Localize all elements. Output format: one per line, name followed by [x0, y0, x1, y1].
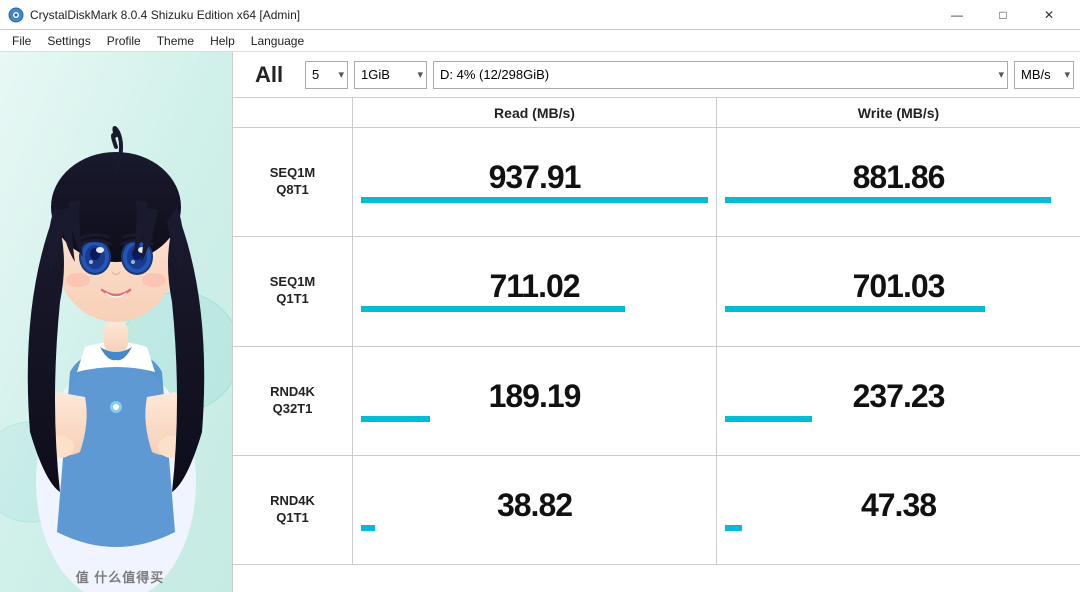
bench-write-value-2: 237.23 [853, 380, 945, 412]
bench-write-bar-3 [725, 525, 742, 531]
app-icon [8, 7, 24, 23]
minimize-button[interactable]: — [934, 0, 980, 30]
menu-help[interactable]: Help [202, 32, 243, 50]
bench-label-0: SEQ1MQ8T1 [233, 128, 353, 236]
bench-read-bar-2 [361, 416, 430, 422]
bench-write-bar-0 [725, 197, 1051, 203]
header-write: Write (MB/s) [717, 98, 1080, 127]
bench-write-cell-0: 881.86 [717, 128, 1080, 236]
benchmark-rows: SEQ1MQ8T1 937.91 881.86 SEQ1MQ1T1 711.02… [233, 128, 1080, 564]
bench-write-bar-container-1 [725, 306, 1072, 312]
header-read: Read (MB/s) [353, 98, 717, 127]
bench-write-value-3: 47.38 [861, 489, 936, 521]
all-label: All [239, 62, 299, 88]
character-panel: 值 什么值得买 [0, 52, 232, 592]
bench-write-cell-2: 237.23 [717, 347, 1080, 455]
menu-language[interactable]: Language [243, 32, 312, 50]
bench-write-value-1: 701.03 [853, 270, 945, 302]
controls-row: All 1 2 3 5 10 512MiB 1GiB 2GiB 4GiB [233, 52, 1080, 98]
title-bar: CrystalDiskMark 8.0.4 Shizuku Edition x6… [0, 0, 1080, 30]
bench-row-0: SEQ1MQ8T1 937.91 881.86 [233, 128, 1080, 237]
title-left: CrystalDiskMark 8.0.4 Shizuku Edition x6… [8, 7, 300, 23]
menu-theme[interactable]: Theme [149, 32, 202, 50]
drive-select-wrap: D: 4% (12/298GiB) [433, 61, 1008, 89]
bench-read-cell-3: 38.82 [353, 456, 717, 564]
bench-write-bar-container-2 [725, 416, 1072, 422]
character-background: 值 什么值得买 [0, 52, 232, 592]
bench-read-value-2: 189.19 [489, 380, 581, 412]
bench-read-value-0: 937.91 [489, 161, 581, 193]
bench-write-cell-3: 47.38 [717, 456, 1080, 564]
maximize-button[interactable]: □ [980, 0, 1026, 30]
bench-read-value-3: 38.82 [497, 489, 572, 521]
bench-row-2: RND4KQ32T1 189.19 237.23 [233, 347, 1080, 456]
status-bar [233, 564, 1080, 592]
count-select[interactable]: 1 2 3 5 10 [305, 61, 348, 89]
unit-select[interactable]: MB/s GB/s IOPS μs [1014, 61, 1074, 89]
size-select-wrap: 512MiB 1GiB 2GiB 4GiB [354, 61, 427, 89]
bench-read-bar-container-1 [361, 306, 708, 312]
bench-write-bar-container-0 [725, 197, 1072, 203]
bench-label-3: RND4KQ1T1 [233, 456, 353, 564]
menu-settings[interactable]: Settings [39, 32, 98, 50]
size-select[interactable]: 512MiB 1GiB 2GiB 4GiB [354, 61, 427, 89]
bench-write-value-0: 881.86 [853, 161, 945, 193]
bench-read-bar-0 [361, 197, 708, 203]
bench-label-1: SEQ1MQ1T1 [233, 237, 353, 345]
main-area: 值 什么值得买 All 1 2 3 5 10 512MiB 1G [0, 52, 1080, 592]
bench-write-bar-2 [725, 416, 812, 422]
menu-profile[interactable]: Profile [99, 32, 149, 50]
bench-read-cell-0: 937.91 [353, 128, 717, 236]
bench-read-bar-container-2 [361, 416, 708, 422]
bench-row-3: RND4KQ1T1 38.82 47.38 [233, 456, 1080, 564]
bench-row-1: SEQ1MQ1T1 711.02 701.03 [233, 237, 1080, 346]
bench-label-2: RND4KQ32T1 [233, 347, 353, 455]
header-row: Read (MB/s) Write (MB/s) [233, 98, 1080, 128]
bench-read-cell-1: 711.02 [353, 237, 717, 345]
bench-read-cell-2: 189.19 [353, 347, 717, 455]
unit-select-wrap: MB/s GB/s IOPS μs [1014, 61, 1074, 89]
drive-select[interactable]: D: 4% (12/298GiB) [433, 61, 1008, 89]
bench-read-bar-container-3 [361, 525, 708, 531]
bench-read-value-1: 711.02 [489, 270, 579, 302]
header-label-spacer [233, 98, 353, 127]
count-select-wrap: 1 2 3 5 10 [305, 61, 348, 89]
benchmark-panel: All 1 2 3 5 10 512MiB 1GiB 2GiB 4GiB [232, 52, 1080, 592]
menu-file[interactable]: File [4, 32, 39, 50]
title-controls: — □ ✕ [934, 0, 1072, 30]
bench-write-bar-container-3 [725, 525, 1072, 531]
bench-write-cell-1: 701.03 [717, 237, 1080, 345]
bench-read-bar-3 [361, 525, 375, 531]
bench-read-bar-1 [361, 306, 625, 312]
bench-write-bar-1 [725, 306, 985, 312]
close-button[interactable]: ✕ [1026, 0, 1072, 30]
menu-bar: File Settings Profile Theme Help Languag… [0, 30, 1080, 52]
svg-text:值 什么值得买: 值 什么值得买 [76, 570, 165, 585]
title-text: CrystalDiskMark 8.0.4 Shizuku Edition x6… [30, 8, 300, 22]
bench-read-bar-container-0 [361, 197, 708, 203]
